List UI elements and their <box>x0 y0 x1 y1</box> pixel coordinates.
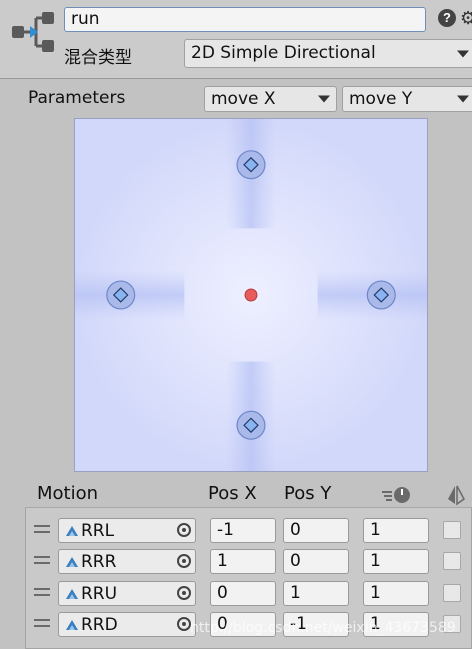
drag-handle-icon[interactable] <box>34 588 50 596</box>
object-picker-icon[interactable] <box>177 617 191 631</box>
speed-field[interactable]: 1 <box>363 581 429 606</box>
object-picker-icon[interactable] <box>177 523 191 537</box>
motion-marker-rrd[interactable] <box>236 410 266 440</box>
motion-clip-field[interactable]: RRU <box>58 581 196 606</box>
speed-field[interactable]: 1 <box>363 518 429 543</box>
blend-space-view[interactable] <box>74 118 428 472</box>
drag-handle-icon[interactable] <box>34 556 50 564</box>
pos-x-field[interactable]: -1 <box>210 518 276 543</box>
motion-clip-name: RRL <box>81 521 115 541</box>
speed-field[interactable]: 1 <box>363 549 429 574</box>
blend-type-dropdown[interactable]: 2D Simple Directional <box>184 39 472 68</box>
parameter-x-dropdown[interactable]: move X <box>204 86 337 112</box>
pos-x-field[interactable]: 0 <box>210 581 276 606</box>
gear-icon[interactable]: ⚙ <box>460 8 472 28</box>
blend-type-value: 2D Simple Directional <box>191 43 376 63</box>
animation-clip-icon <box>66 557 78 567</box>
pos-y-field[interactable]: 1 <box>283 581 349 606</box>
blend-tree-icon <box>12 12 54 52</box>
parameters-label: Parameters <box>28 88 126 108</box>
watermark: http://blog.csdn.net/weixin_43673589 <box>190 620 456 636</box>
parameter-y-dropdown[interactable]: move Y <box>342 86 472 112</box>
chevron-down-icon <box>457 95 469 103</box>
blend-tree-name-input[interactable]: run <box>64 7 426 32</box>
drag-handle-icon[interactable] <box>34 619 50 627</box>
motion-marker-rru[interactable] <box>236 150 266 180</box>
motion-clip-field[interactable]: RRD <box>58 612 196 637</box>
current-blend-point[interactable] <box>244 288 258 302</box>
motion-marker-rrr[interactable] <box>366 280 396 310</box>
blend-type-label: 混合类型 <box>64 48 132 68</box>
mirror-checkbox[interactable] <box>443 521 461 539</box>
motion-clip-name: RRD <box>81 615 118 635</box>
pos-y-column-header: Pos Y <box>284 483 332 504</box>
parameter-y-value: move Y <box>349 89 413 109</box>
mirror-checkbox[interactable] <box>443 584 461 602</box>
motion-clip-field[interactable]: RRL <box>58 518 196 543</box>
object-picker-icon[interactable] <box>177 586 191 600</box>
pos-x-column-header: Pos X <box>208 483 257 504</box>
animation-clip-icon <box>66 620 78 630</box>
pos-y-field[interactable]: 0 <box>283 549 349 574</box>
motion-marker-rrl[interactable] <box>106 280 136 310</box>
speed-icon <box>382 487 410 503</box>
mirror-checkbox[interactable] <box>443 552 461 570</box>
drag-handle-icon[interactable] <box>34 525 50 533</box>
motion-clip-name: RRR <box>81 552 117 572</box>
object-picker-icon[interactable] <box>177 554 191 568</box>
pos-x-field[interactable]: 1 <box>210 549 276 574</box>
animation-clip-icon <box>66 589 78 599</box>
pos-y-field[interactable]: 0 <box>283 518 349 543</box>
chevron-down-icon <box>318 95 330 103</box>
motion-clip-field[interactable]: RRR <box>58 549 196 574</box>
motion-clip-name: RRU <box>81 584 118 604</box>
motion-column-header: Motion <box>37 483 99 504</box>
animation-clip-icon <box>66 526 78 536</box>
parameter-x-value: move X <box>211 89 276 109</box>
mirror-icon <box>448 485 465 506</box>
chevron-down-icon <box>457 50 469 57</box>
help-icon[interactable]: ? <box>438 9 456 27</box>
